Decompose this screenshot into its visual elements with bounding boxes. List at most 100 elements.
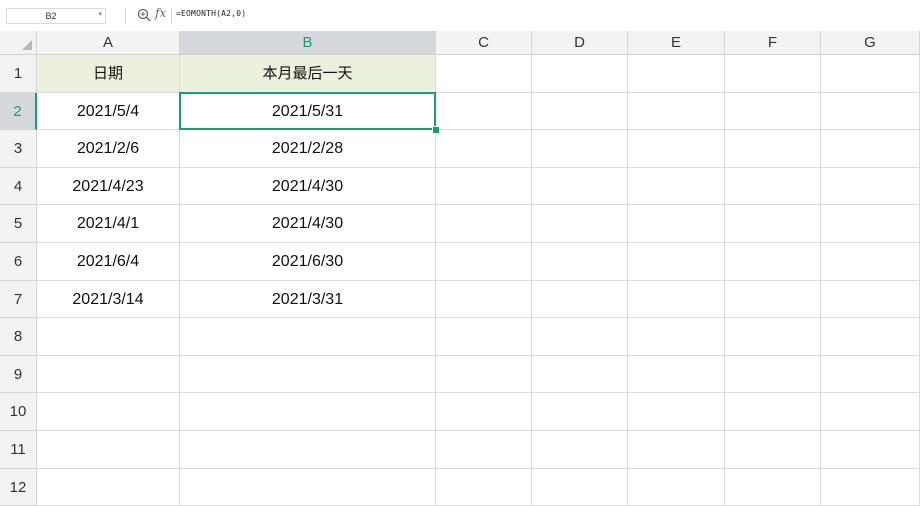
cell-e7[interactable] xyxy=(628,280,725,319)
cell-a10[interactable] xyxy=(37,393,180,431)
row-header-11[interactable]: 11 xyxy=(0,431,37,469)
cell-f6[interactable] xyxy=(725,243,821,281)
cell-c6[interactable] xyxy=(436,243,532,281)
cell-g10[interactable] xyxy=(821,393,920,431)
cell-e8[interactable] xyxy=(628,318,725,356)
cell-a2[interactable]: 2021/5/4 xyxy=(37,92,180,131)
cell-e5[interactable] xyxy=(628,205,725,243)
row-header-10[interactable]: 10 xyxy=(0,393,37,431)
cell-g7[interactable] xyxy=(821,280,920,319)
cell-c11[interactable] xyxy=(436,431,532,469)
row-header-2[interactable]: 2 xyxy=(0,92,37,131)
cell-f4[interactable] xyxy=(725,167,821,206)
cell-d5[interactable] xyxy=(532,205,628,243)
cell-d2[interactable] xyxy=(532,92,628,131)
cell-e6[interactable] xyxy=(628,243,725,281)
cell-b12[interactable] xyxy=(180,468,436,506)
column-header-g[interactable]: G xyxy=(821,31,920,55)
cell-e4[interactable] xyxy=(628,167,725,206)
cell-b9[interactable] xyxy=(180,355,436,394)
cell-d6[interactable] xyxy=(532,243,628,281)
cell-b7[interactable]: 2021/3/31 xyxy=(180,280,436,319)
cell-b6[interactable]: 2021/6/30 xyxy=(180,243,436,281)
cell-g11[interactable] xyxy=(821,431,920,469)
cell-f7[interactable] xyxy=(725,280,821,319)
cell-b11[interactable] xyxy=(180,431,436,469)
column-header-e[interactable]: E xyxy=(628,31,725,55)
cell-b10[interactable] xyxy=(180,393,436,431)
cell-b1[interactable]: 本月最后一天 xyxy=(180,55,436,93)
cell-a11[interactable] xyxy=(37,431,180,469)
row-header-9[interactable]: 9 xyxy=(0,355,37,394)
column-header-a[interactable]: A xyxy=(37,31,180,55)
cell-a8[interactable] xyxy=(37,318,180,356)
column-header-d[interactable]: D xyxy=(532,31,628,55)
row-header-1[interactable]: 1 xyxy=(0,55,37,93)
cell-b4[interactable]: 2021/4/30 xyxy=(180,167,436,206)
cell-g8[interactable] xyxy=(821,318,920,356)
cell-a4[interactable]: 2021/4/23 xyxy=(37,167,180,206)
dropdown-arrow-icon[interactable]: ▾ xyxy=(98,10,102,18)
row-header-7[interactable]: 7 xyxy=(0,280,37,319)
cell-d1[interactable] xyxy=(532,55,628,93)
zoom-icon[interactable] xyxy=(137,8,151,22)
cell-g2[interactable] xyxy=(821,92,920,131)
row-header-12[interactable]: 12 xyxy=(0,468,37,506)
cell-d10[interactable] xyxy=(532,393,628,431)
cell-e3[interactable] xyxy=(628,130,725,168)
select-all-corner[interactable] xyxy=(0,31,37,55)
cell-g1[interactable] xyxy=(821,55,920,93)
cell-f1[interactable] xyxy=(725,55,821,93)
cell-f12[interactable] xyxy=(725,468,821,506)
select-all-icon[interactable] xyxy=(22,40,32,50)
cell-c12[interactable] xyxy=(436,468,532,506)
column-header-f[interactable]: F xyxy=(725,31,821,55)
cell-a5[interactable]: 2021/4/1 xyxy=(37,205,180,243)
cell-b3[interactable]: 2021/2/28 xyxy=(180,130,436,168)
cell-e11[interactable] xyxy=(628,431,725,469)
cell-c7[interactable] xyxy=(436,280,532,319)
fill-handle[interactable] xyxy=(432,126,440,135)
cell-f9[interactable] xyxy=(725,355,821,394)
cell-c5[interactable] xyxy=(436,205,532,243)
cell-c10[interactable] xyxy=(436,393,532,431)
name-box[interactable]: B2 ▾ xyxy=(6,8,106,24)
cell-b2[interactable]: 2021/5/31 xyxy=(180,92,436,131)
cell-f3[interactable] xyxy=(725,130,821,168)
cell-d9[interactable] xyxy=(532,355,628,394)
cell-b5[interactable]: 2021/4/30 xyxy=(180,205,436,243)
cell-g12[interactable] xyxy=(821,468,920,506)
row-header-3[interactable]: 3 xyxy=(0,130,37,168)
cell-b8[interactable] xyxy=(180,318,436,356)
cell-g3[interactable] xyxy=(821,130,920,168)
row-header-6[interactable]: 6 xyxy=(0,243,37,281)
cell-c3[interactable] xyxy=(436,130,532,168)
cell-a3[interactable]: 2021/2/6 xyxy=(37,130,180,168)
cell-c8[interactable] xyxy=(436,318,532,356)
cell-g5[interactable] xyxy=(821,205,920,243)
cell-e1[interactable] xyxy=(628,55,725,93)
formula-input[interactable]: =EOMONTH(A2,0) xyxy=(176,9,246,18)
cell-c1[interactable] xyxy=(436,55,532,93)
cell-d12[interactable] xyxy=(532,468,628,506)
cell-g9[interactable] xyxy=(821,355,920,394)
cell-d3[interactable] xyxy=(532,130,628,168)
cell-f10[interactable] xyxy=(725,393,821,431)
row-header-4[interactable]: 4 xyxy=(0,167,37,206)
cell-e9[interactable] xyxy=(628,355,725,394)
cell-a6[interactable]: 2021/6/4 xyxy=(37,243,180,281)
cell-e12[interactable] xyxy=(628,468,725,506)
cell-f11[interactable] xyxy=(725,431,821,469)
cell-a1[interactable]: 日期 xyxy=(37,55,180,93)
column-header-b[interactable]: B xyxy=(180,31,436,55)
cell-f2[interactable] xyxy=(725,92,821,131)
cell-c2[interactable] xyxy=(436,92,532,131)
cell-e10[interactable] xyxy=(628,393,725,431)
cell-a9[interactable] xyxy=(37,355,180,394)
row-header-8[interactable]: 8 xyxy=(0,318,37,356)
cell-f8[interactable] xyxy=(725,318,821,356)
cell-a12[interactable] xyxy=(37,468,180,506)
cell-d11[interactable] xyxy=(532,431,628,469)
cell-g4[interactable] xyxy=(821,167,920,206)
cell-d4[interactable] xyxy=(532,167,628,206)
